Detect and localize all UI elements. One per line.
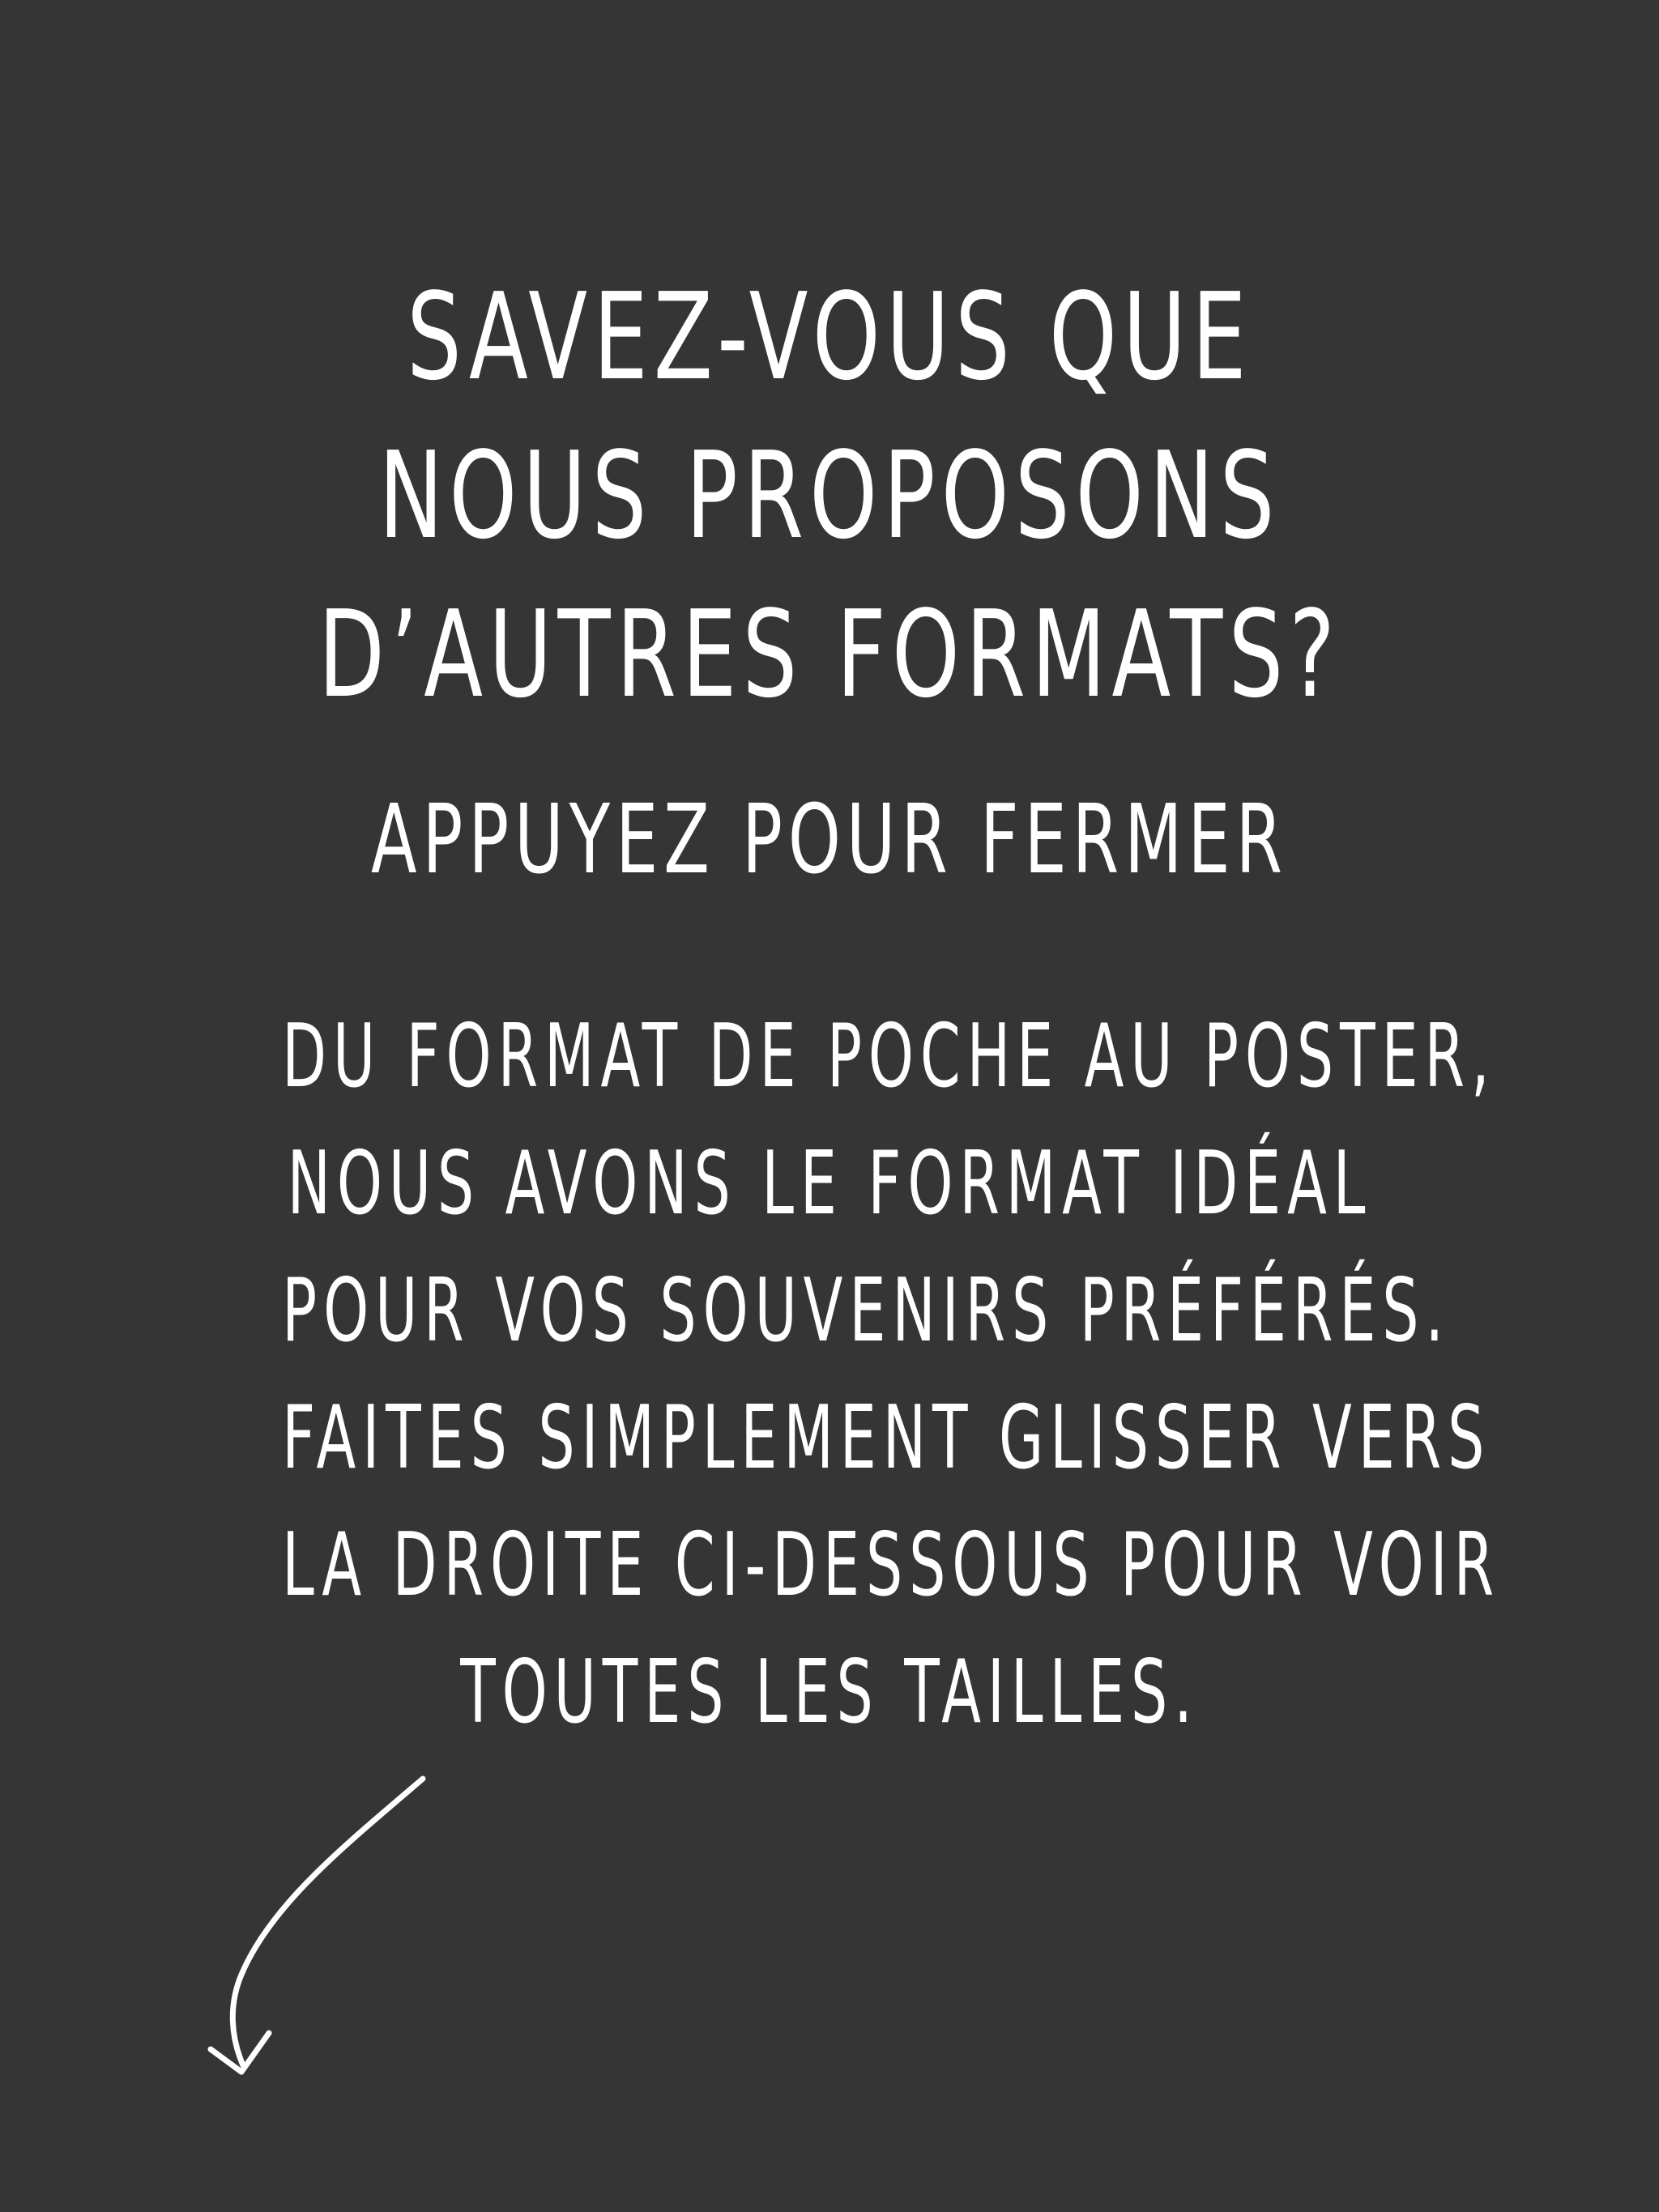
description-line: TOUTES LES TAILLES. [460, 1642, 1199, 1743]
description-line: FAITES SIMPLEMENT GLISSER VERS [282, 1387, 1491, 1489]
title-line: D’AUTRES FORMATS? [318, 585, 1341, 724]
description-line: LA DROITE CI-DESSOUS POUR VOIR [282, 1515, 1501, 1616]
curved-arrow-down-left-icon [207, 1775, 426, 2075]
description-line: NOUS AVONS LE FORMAT IDÉAL [287, 1133, 1372, 1234]
tap-to-close-button[interactable]: APPUYEZ POUR FERMER [249, 782, 1410, 896]
overlay-title: SAVEZ-VOUS QUE NOUS PROPOSONS D’AUTRES F… [232, 258, 1427, 734]
format-info-overlay[interactable]: SAVEZ-VOUS QUE NOUS PROPOSONS D’AUTRES F… [0, 0, 1659, 2212]
description-line: POUR VOS SOUVENIRS PRÉFÉRÉS. [282, 1260, 1451, 1362]
description-line: DU FORMAT DE POCHE AU POSTER, [282, 1006, 1496, 1107]
title-line: NOUS PROPOSONS [378, 426, 1281, 565]
title-line: SAVEZ-VOUS QUE [407, 267, 1252, 407]
overlay-description: DU FORMAT DE POCHE AU POSTER, NOUS AVONS… [282, 993, 1501, 1756]
